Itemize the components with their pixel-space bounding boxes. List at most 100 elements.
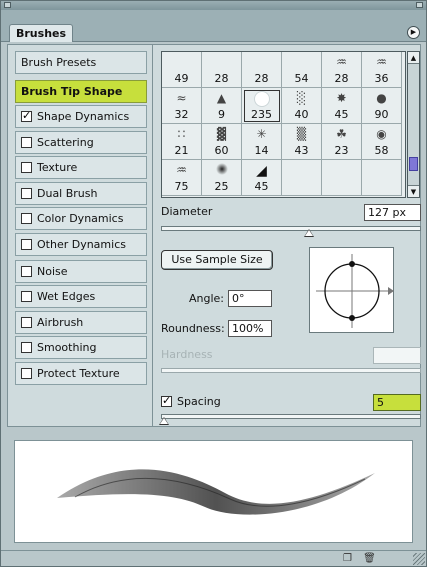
brush-options-area: Brush Presets Brush Tip Shape Shape Dynami… [7,44,421,427]
brush-preset-cell[interactable]: ◢ 45 [242,160,282,196]
brush-preset-cell[interactable]: ✳ 14 [242,124,282,160]
status-bar: ❐ 🗑 [1,550,426,566]
diameter-slider-thumb[interactable] [304,229,315,237]
spacing-slider-thumb[interactable] [159,417,169,425]
brush-grid-scrollbar[interactable]: ▲ ▼ [407,51,420,198]
brush-preset-cell[interactable]: ♒ 75 [162,160,202,196]
brush-size-label: 90 [374,108,389,121]
brush-size-label: 40 [294,108,309,121]
brush-size-label: 14 [254,144,269,157]
brush-preset-cell[interactable]: ▓ 60 [202,124,242,160]
sidebar-item-dual-brush[interactable]: Dual Brush [15,182,147,205]
tab-brushes[interactable]: Brushes [9,24,73,42]
spacing-row[interactable]: Spacing [161,394,221,408]
brush-preset-cell[interactable]: ☘ 23 [322,124,362,160]
brush-preset-cell[interactable]: 28 [202,52,242,88]
checkbox[interactable] [21,137,32,148]
brush-preset-cell[interactable]: ● 90 [362,88,402,124]
brushes-panel: Brushes ▶ Brush Presets Brush Tip Shape Sh… [0,0,427,567]
checkbox[interactable] [21,239,32,250]
checkbox[interactable] [21,291,32,302]
sidebar-item-brush-presets[interactable]: Brush Presets [15,51,147,74]
sidebar-item-label: Airbrush [37,316,84,329]
brush-preset-cell[interactable]: 235 [242,88,282,124]
scroll-down-arrow-icon[interactable]: ▼ [408,185,419,197]
sidebar-item-brush-tip-shape[interactable]: Brush Tip Shape [15,80,147,103]
sidebar-item-noise[interactable]: Noise [15,260,147,283]
sidebar-item-airbrush[interactable]: Airbrush [15,311,147,334]
brush-preset-cell[interactable]: ✸ 45 [322,88,362,124]
sidebar-item-smoothing[interactable]: Smoothing [15,336,147,359]
hardness-field [373,347,421,364]
brush-preset-cell[interactable]: ♒ 28 [322,52,362,88]
checkbox[interactable] [21,213,32,224]
soft-round-icon [162,55,201,71]
brush-size-label: 49 [174,72,189,85]
brush-preset-cell[interactable]: 49 [162,52,202,88]
brush-preset-cell[interactable]: ▲ 9 [202,88,242,124]
brush-angle-circle-icon [316,254,394,328]
use-sample-size-button[interactable]: Use Sample Size [161,250,273,270]
angle-label: Angle: [189,292,225,305]
splatter-icon: ✸ [336,91,347,105]
checkbox[interactable] [21,188,32,199]
brush-preset-cell[interactable]: 28 [242,52,282,88]
brush-preset-cell [322,160,362,196]
trash-icon[interactable]: 🗑 [363,553,376,565]
soft-dot-icon [202,163,241,179]
angle-field[interactable]: 0° [228,290,272,307]
angle-roundness-widget[interactable] [309,247,394,333]
diameter-field[interactable]: 127 px [364,204,421,221]
circle-arrow-icon: ▶ [410,28,417,36]
sidebar: Brush Presets Brush Tip Shape Shape Dynami… [8,45,153,426]
sidebar-item-wet-edges[interactable]: Wet Edges [15,285,147,308]
brush-preset-cell[interactable]: ≈32 [162,88,202,124]
sidebar-item-shape-dynamics[interactable]: Shape Dynamics [15,105,147,128]
title-bar[interactable] [1,1,426,10]
sidebar-item-label: Scattering [37,136,94,149]
brush-preset-cell[interactable]: ▒ 43 [282,124,322,160]
brush-preset-cell[interactable]: 25 [202,160,242,196]
sidebar-item-label: Color Dynamics [37,212,124,225]
brush-size-label: 28 [334,72,349,85]
soft-round-icon [202,55,241,71]
sidebar-item-scattering[interactable]: Scattering [15,131,147,154]
sidebar-item-protect-texture[interactable]: Protect Texture [15,362,147,385]
sidebar-item-texture[interactable]: Texture [15,156,147,179]
new-brush-icon[interactable]: ❐ [341,553,354,565]
checkbox[interactable] [21,266,32,277]
spacing-field[interactable]: 5 [373,394,421,411]
brush-preset-cell[interactable]: ♒ 36 [362,52,402,88]
checkbox[interactable] [21,109,32,122]
triangle-icon: ▲ [216,91,227,105]
sidebar-item-label: Texture [37,161,78,174]
scatter-dots-icon: ∷ [177,127,186,141]
spacing-label: Spacing [177,395,221,408]
brush-preset-cell[interactable]: 54 [282,52,322,88]
diameter-slider[interactable] [161,226,421,231]
brush-preset-cell[interactable]: ◉ 58 [362,124,402,160]
scroll-up-arrow-icon[interactable]: ▲ [408,52,419,64]
checkbox[interactable] [21,368,32,379]
brush-size-label: 36 [374,72,389,85]
checkbox[interactable] [21,342,32,353]
collapse-box-icon[interactable] [416,2,423,8]
hardness-label: Hardness [161,348,213,361]
brush-preset-cell[interactable]: ░ 40 [282,88,322,124]
sidebar-item-other-dynamics[interactable]: Other Dynamics [15,233,147,256]
panel-menu-button[interactable]: ▶ [407,26,420,39]
soft-round-icon [282,55,321,71]
brush-preset-grid[interactable]: 49 28 28 54 ♒ 28 ♒ 36 ≈32 ▲ 9 235 ░ 40 ✸ 45 ● 90 ∷ 21 ▓ 60 ✳ 14… [161,51,406,198]
spacing-slider[interactable] [161,414,421,419]
checkbox[interactable] [21,317,32,328]
sidebar-item-label: Shape Dynamics [37,110,130,123]
spacing-checkbox[interactable] [161,394,172,407]
sidebar-item-label: Dual Brush [37,187,98,200]
brush-preset-cell[interactable]: ∷ 21 [162,124,202,160]
roundness-field[interactable]: 100% [228,320,272,337]
close-box-icon[interactable] [4,2,11,8]
sidebar-item-color-dynamics[interactable]: Color Dynamics [15,207,147,230]
scroll-thumb[interactable] [409,157,418,171]
checkbox[interactable] [21,162,32,173]
resize-grip-icon[interactable] [413,553,425,565]
